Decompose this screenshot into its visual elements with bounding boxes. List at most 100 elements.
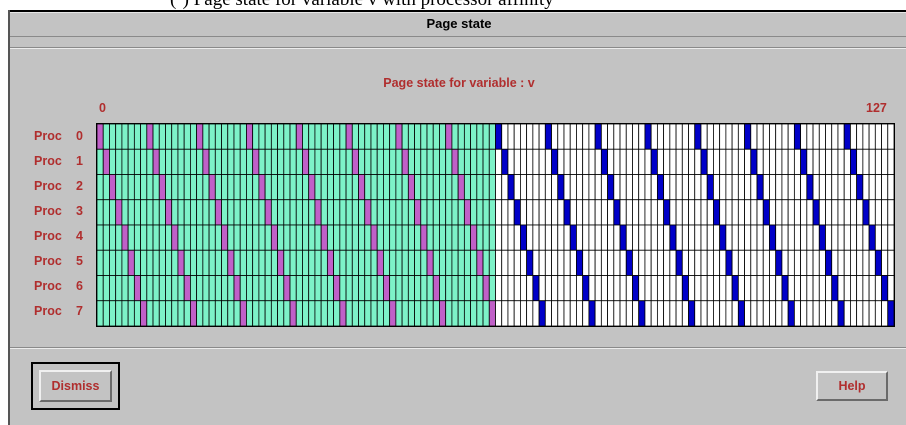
help-button[interactable]: Help [816,371,888,401]
page-cell [650,249,658,276]
page-cell [389,199,397,226]
page-cell [762,300,770,326]
page-cell [370,124,378,150]
page-range-min: 0 [99,101,106,115]
page-cell [152,174,160,201]
page-cell [881,199,889,226]
page-cell [576,124,584,150]
page-cell [520,124,528,150]
page-cell [719,174,727,201]
page-cell [407,224,415,251]
page-cell [582,124,590,150]
page-cell [831,275,839,302]
page-cell [769,300,777,326]
page-cell [681,148,689,175]
page-cell [532,300,540,326]
page-cell [432,174,440,201]
page-cell [706,199,714,226]
page-cell [196,249,204,276]
page-cell [152,148,160,175]
page-cell [644,300,652,326]
page-cell [632,148,640,175]
page-cell [650,300,658,326]
page-cell [700,199,708,226]
page-cell [227,300,235,326]
page-cell [239,249,247,276]
page-cell [613,249,621,276]
page-cell [202,275,210,302]
page-cell [526,249,534,276]
page-cell [470,249,478,276]
page-cell [818,148,826,175]
page-cell [364,174,372,201]
page-cell [563,249,571,276]
page-state-window: Page state Page state for variable : v 0… [8,10,906,425]
page-cell [439,174,447,201]
page-cell [594,174,602,201]
page-cell [681,275,689,302]
page-cell [681,224,689,251]
page-cell [694,224,702,251]
page-cell [756,148,764,175]
page-cell [221,224,229,251]
page-cell [588,174,596,201]
page-cell [825,174,833,201]
page-cell [97,148,104,175]
page-cell [781,275,789,302]
page-cell [470,124,478,150]
page-cell [713,249,721,276]
page-cell [750,174,758,201]
page-cell [196,174,204,201]
page-cell [158,174,166,201]
page-cell [258,275,266,302]
page-cell [407,300,415,326]
page-cell [862,148,870,175]
dismiss-button[interactable]: Dismiss [39,370,112,402]
page-cell [202,148,210,175]
page-cell [675,124,683,150]
proc-name: Proc [34,304,62,318]
page-cell [133,300,141,326]
page-cell [432,300,440,326]
page-cell [881,174,889,201]
page-cell [744,148,752,175]
page-cell [115,224,123,251]
page-cell [544,174,552,201]
page-cell [619,224,627,251]
page-cell [401,275,409,302]
page-cell [457,174,465,201]
page-cell [806,148,814,175]
page-cell [750,148,758,175]
page-cell [818,224,826,251]
page-cell [370,148,378,175]
page-cell [463,275,471,302]
page-cell [818,124,826,150]
page-cell [744,224,752,251]
page-cell [314,224,322,251]
page-cell [133,275,141,302]
window-titlebar[interactable]: Page state [10,12,906,37]
proc-label-5: Proc 5 [34,249,96,274]
page-cell [526,199,534,226]
page-cell [482,249,490,276]
page-cell [793,249,802,276]
page-cell [713,300,721,326]
page-cell [308,249,316,276]
page-cell [850,148,858,175]
page-cell [345,249,353,276]
page-cell [874,174,882,201]
page-cell [376,249,384,276]
page-cell [277,148,285,175]
page-cell [843,124,851,150]
page-cell [289,148,297,175]
page-cell [656,148,665,175]
page-cell [227,174,235,201]
proc-name: Proc [34,229,62,243]
page-cell [140,124,148,150]
page-cell [887,199,894,226]
page-cell [812,224,820,251]
page-cell [395,124,403,150]
page-cell [706,174,714,201]
page-cell [127,224,135,251]
page-cell [102,148,110,175]
